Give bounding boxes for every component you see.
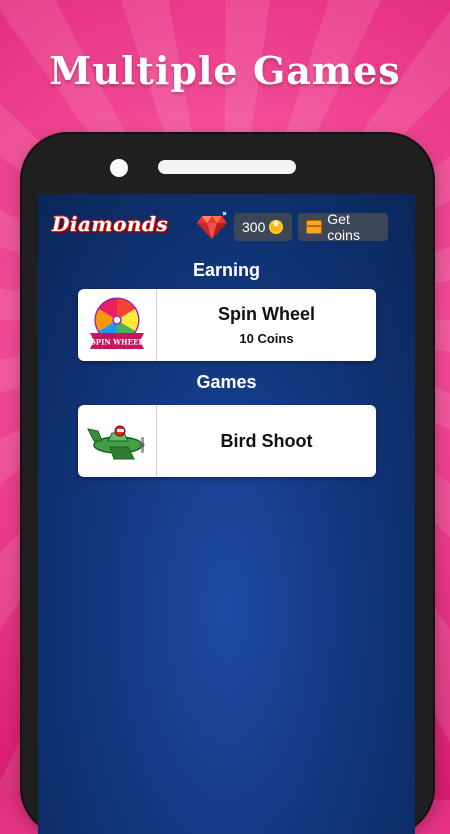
bird-shoot-card-body: Bird Shoot xyxy=(157,405,376,477)
spin-wheel-title: Spin Wheel xyxy=(217,304,315,324)
camera-icon xyxy=(110,159,128,177)
phone-frame: Diamonds 300 Get coins Earning xyxy=(22,134,433,834)
section-title-games: Games xyxy=(196,372,257,392)
coin-balance-value: 300 xyxy=(242,219,266,235)
spin-wheel-thumbnail: SPIN WHEEL xyxy=(78,289,157,361)
speaker-grille xyxy=(158,160,296,174)
spin-wheel-card[interactable]: SPIN WHEEL Spin Wheel 10 Coins xyxy=(78,289,376,361)
bird-shoot-card[interactable]: Bird Shoot xyxy=(78,405,376,477)
coin-balance: 300 xyxy=(234,213,292,241)
spin-wheel-reward: 10 Coins xyxy=(239,331,294,346)
app-screen: Diamonds 300 Get coins Earning xyxy=(38,194,415,834)
app-topbar: Diamonds 300 Get coins xyxy=(38,194,415,254)
section-title-earning: Earning xyxy=(192,260,260,280)
bird-shoot-title: Bird Shoot xyxy=(220,430,313,451)
app-logo: Diamonds xyxy=(52,212,169,236)
airplane-icon xyxy=(87,425,145,460)
diamond-icon xyxy=(197,211,227,239)
treasure-chest-icon xyxy=(306,220,323,234)
get-coins-label: Get coins xyxy=(327,211,360,243)
get-coins-button[interactable]: Get coins xyxy=(298,211,388,243)
spin-wheel-badge-text: SPIN WHEEL xyxy=(91,338,144,347)
promo-headline: Multiple Games xyxy=(49,48,401,93)
spin-wheel-card-body: Spin Wheel 10 Coins xyxy=(157,289,376,361)
coin-icon xyxy=(269,219,284,234)
spin-wheel-icon: SPIN WHEEL xyxy=(90,297,144,349)
bird-shoot-thumbnail xyxy=(78,405,157,477)
